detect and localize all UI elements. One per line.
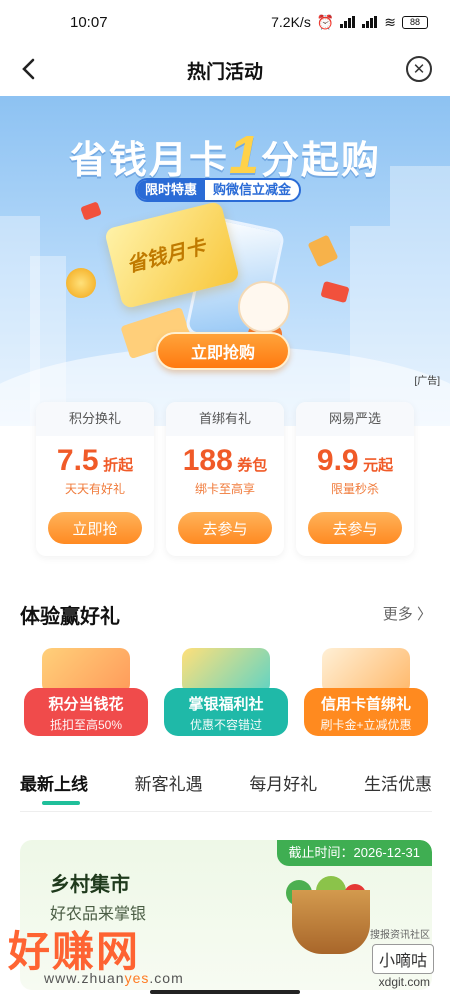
battery-icon: 88 [402,15,428,29]
network-speed: 7.2K/s [271,14,311,30]
section-title: 体验赢好礼 [20,606,120,628]
promo-card[interactable]: 积分换礼 7.5 折起 天天有好礼 立即抢 [36,402,154,556]
watermark-small: 搜报资讯社区 [370,930,430,941]
activity-title: 乡村集市 [50,874,130,896]
buy-now-button[interactable]: 立即抢购 [156,332,290,370]
watermark-url: www.zhuanyes.com [44,970,184,986]
watermark-box: 小嘀咕 [371,944,434,974]
status-bar: 10:07 7.2K/s ⏰ ≋ 88 [0,0,450,44]
promo-banner[interactable]: 省钱月卡1分起购 限时特惠 购微信立减金 省钱月卡 立即抢购 [广告] [0,96,450,426]
close-circle-icon[interactable]: ✕ [406,56,432,82]
promo-card[interactable]: 网易严选 9.9 元起 限量秒杀 去参与 [296,402,414,556]
promo-button[interactable]: 去参与 [178,512,272,544]
mascot-illustration [238,281,290,333]
watermark-xd: xdgit.com [378,975,430,989]
status-time: 10:07 [70,13,108,31]
promo-button[interactable]: 去参与 [308,512,402,544]
red-envelope-illustration [320,280,350,304]
tab-monthly[interactable]: 每月好礼 [249,768,317,811]
banner-tagline: 限时特惠 购微信立减金 [135,178,302,202]
wifi-icon: ≋ [384,13,396,30]
page-title: 热门活动 [186,61,263,83]
chevron-right-icon: 〉 [416,606,432,623]
gift-card[interactable]: 信用卡首绑礼 刷卡金+立减优惠 [300,648,432,740]
gift-card[interactable]: 积分当钱花 抵扣至高50% [20,648,152,740]
red-envelope-illustration [80,201,102,221]
tab-new-customer[interactable]: 新客礼遇 [135,768,203,811]
promo-card-row: 积分换礼 7.5 折起 天天有好礼 立即抢 首绑有礼 188 券包 绑卡至高享 … [36,402,414,556]
nav-header: 热门活动 ✕ [0,44,450,96]
home-indicator[interactable] [150,990,300,994]
signal-icon [340,16,356,28]
coin-illustration [66,268,96,298]
tab-life[interactable]: 生活优惠 [364,768,432,811]
deadline-badge: 截止时间：2026-12-31 [276,840,432,866]
red-envelope-illustration [307,234,339,268]
category-tabs: 最新上线 新客礼遇 每月好礼 生活优惠 [20,768,432,812]
promo-button[interactable]: 立即抢 [48,512,142,544]
gift-card[interactable]: 掌银福利社 优惠不容错过 [160,648,292,740]
banner-headline: 省钱月卡1分起购 [68,125,382,185]
promo-card[interactable]: 首绑有礼 188 券包 绑卡至高享 去参与 [166,402,284,556]
gift-row: 积分当钱花 抵扣至高50% 掌银福利社 优惠不容错过 信用卡首绑礼 刷卡金+立减… [20,648,432,740]
more-link[interactable]: 更多 〉 [383,603,432,624]
basket-illustration [292,890,370,954]
active-tab-indicator [42,801,80,805]
alarm-icon: ⏰ [316,13,335,30]
signal-icon [362,16,378,28]
chevron-left-icon[interactable] [14,54,44,84]
ad-label: [广告] [414,376,440,387]
